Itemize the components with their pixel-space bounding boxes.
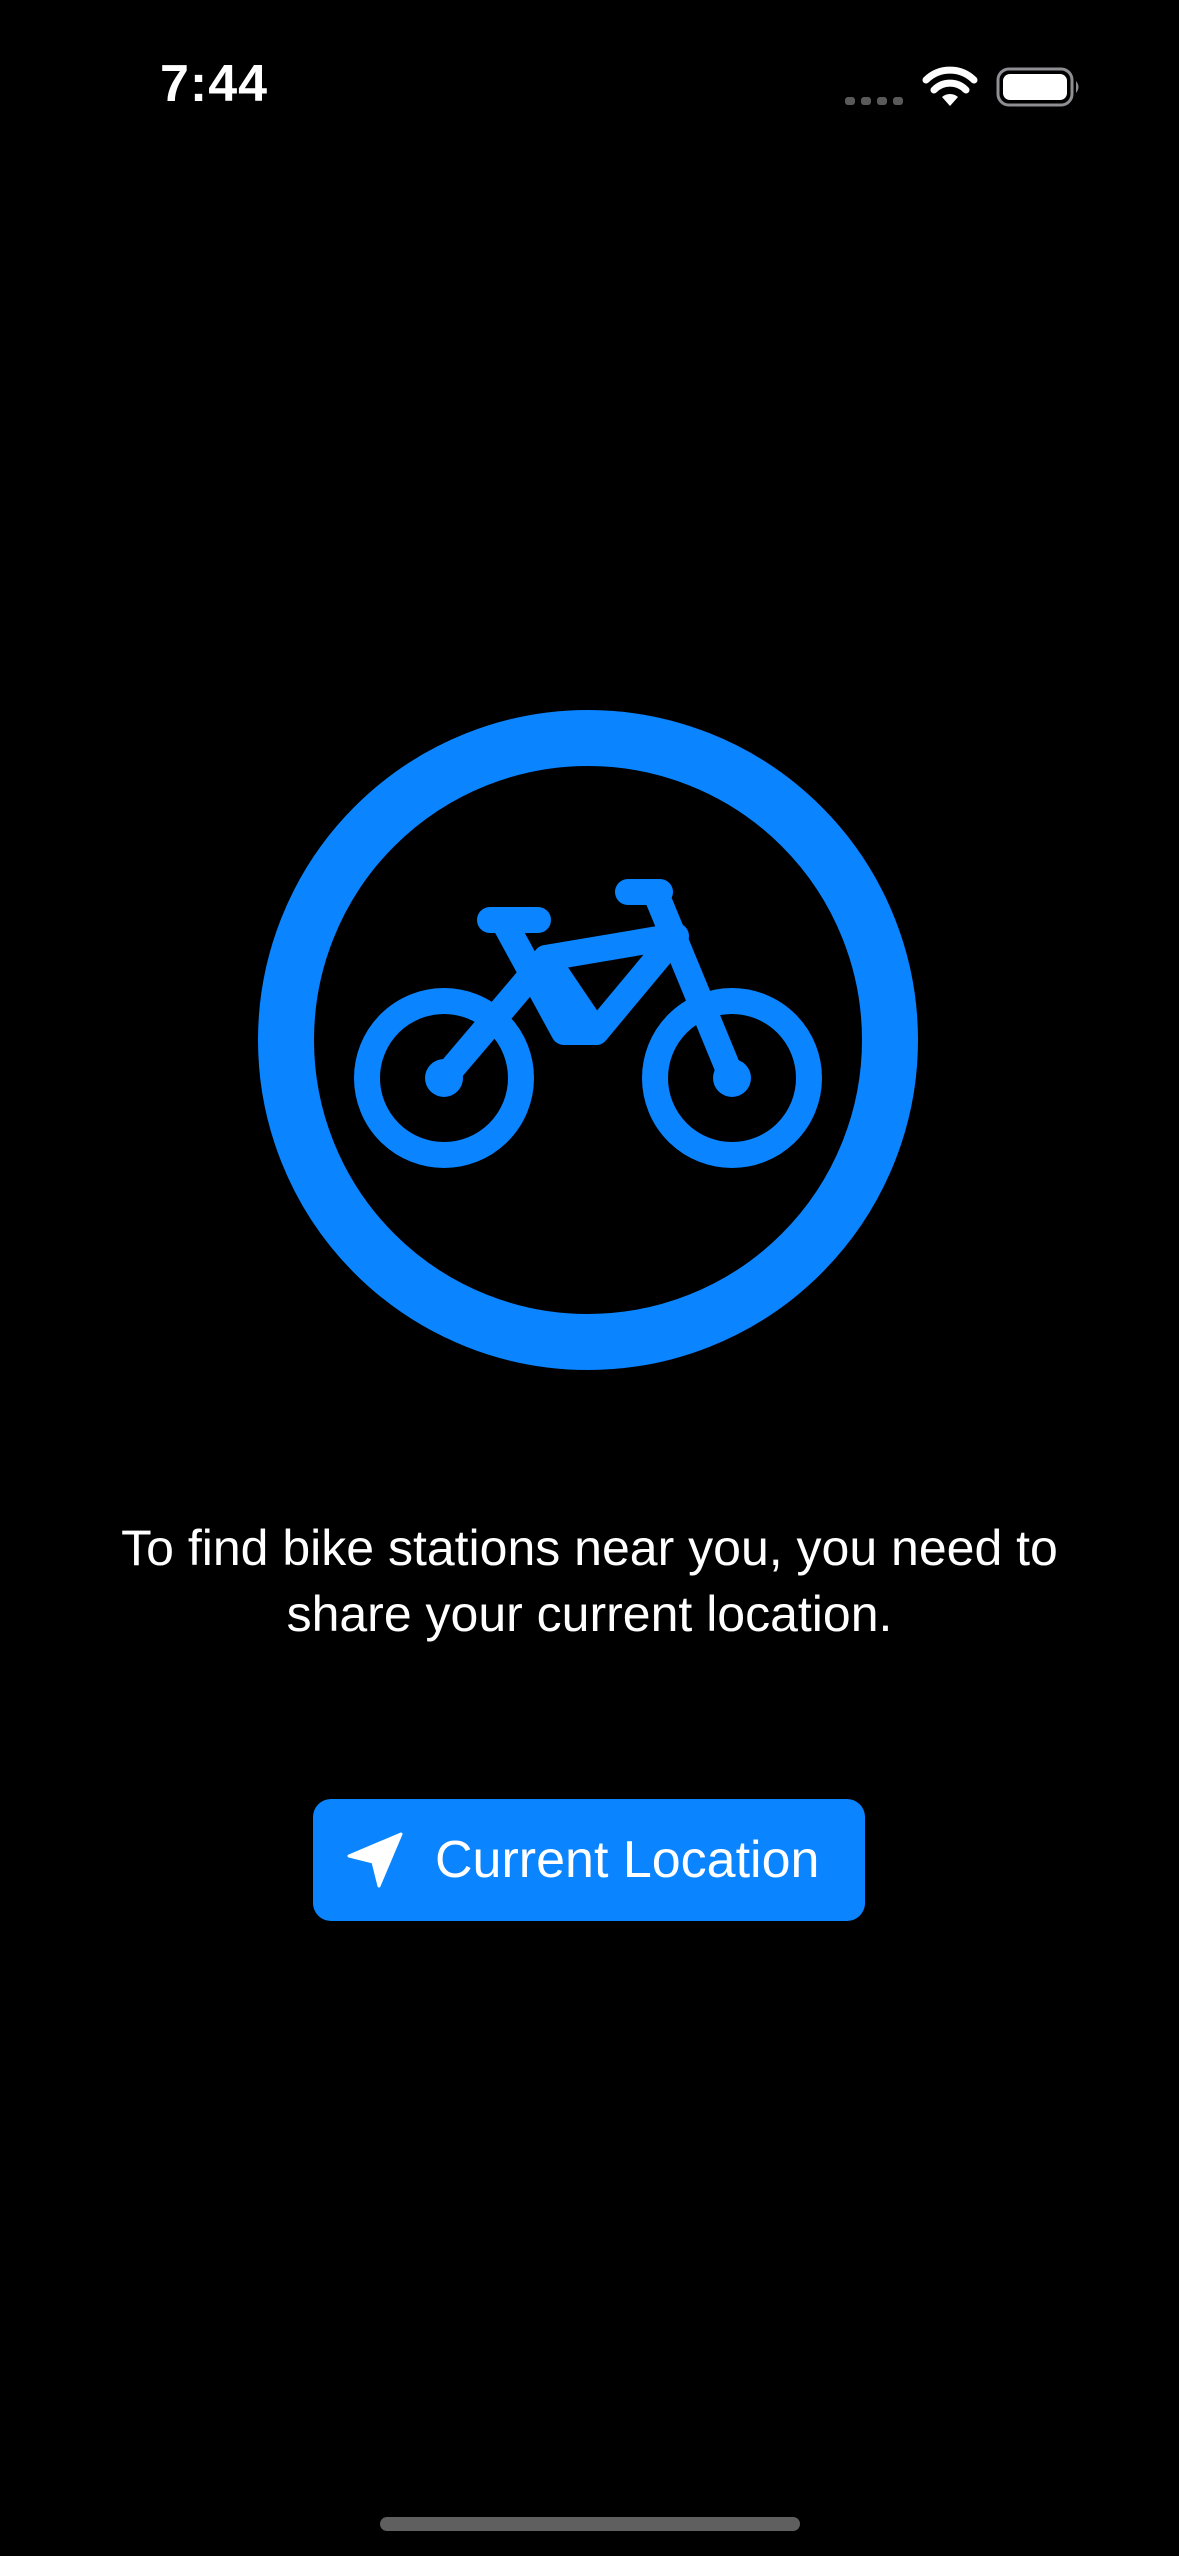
location-permission-message: To find bike stations near you, you need… xyxy=(60,1515,1119,1647)
wifi-icon xyxy=(922,66,978,106)
current-location-label: Current Location xyxy=(435,1831,820,1889)
current-location-button[interactable]: Current Location xyxy=(313,1799,865,1921)
message-line-2: share your current location. xyxy=(286,1586,893,1642)
location-arrow-icon xyxy=(347,1832,403,1888)
bicycle-circle-icon xyxy=(258,710,918,1370)
message-line-1: To find bike stations near you, you need… xyxy=(121,1520,1058,1576)
battery-icon xyxy=(996,67,1079,107)
cellular-signal-icon xyxy=(845,97,903,105)
status-time: 7:44 xyxy=(160,55,269,113)
home-indicator[interactable] xyxy=(380,2517,800,2531)
status-bar: 7:44 xyxy=(0,0,1179,170)
